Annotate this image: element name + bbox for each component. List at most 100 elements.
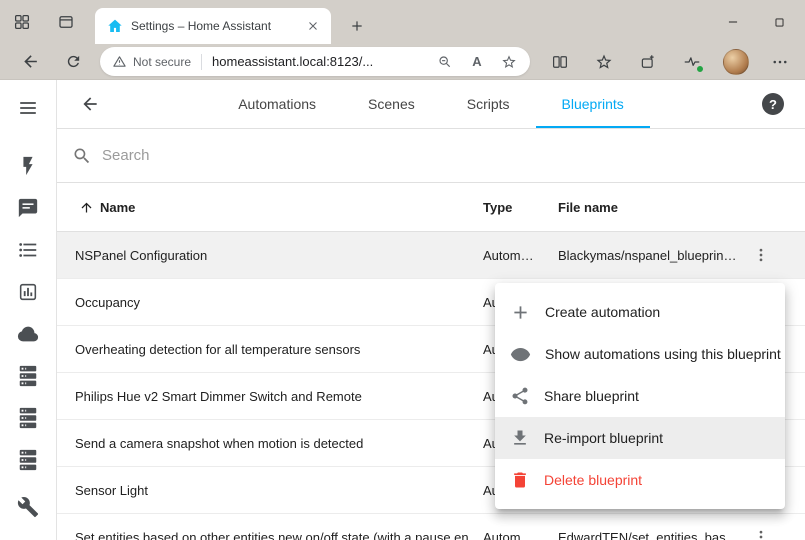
arrow-left-icon (21, 52, 40, 71)
table-header: Name Type File name (57, 183, 805, 232)
table-row[interactable]: NSPanel Configuration Autom… Blackymas/n… (57, 232, 805, 279)
zoom-out-icon[interactable] (432, 49, 458, 75)
row-type: Autom… (483, 530, 558, 540)
collections-icon (639, 53, 657, 71)
browser-toolbar: Not secure homeassistant.local:8123/... … (0, 44, 805, 80)
tab-actions-icon[interactable] (52, 8, 80, 36)
row-name: Send a camera snapshot when motion is de… (57, 436, 483, 451)
sort-ascending-icon (79, 200, 94, 215)
favorites-star-icon (595, 53, 613, 71)
sidebar-item-developer-tools[interactable] (7, 486, 49, 528)
status-badge-green (696, 65, 704, 73)
favorites-icon[interactable] (589, 47, 619, 77)
menu-item-delete-blueprint[interactable]: Delete blueprint (495, 459, 785, 501)
plus-icon (349, 18, 365, 34)
dots-vertical-icon (752, 246, 770, 264)
nav-tabs: Automations Scenes Scripts Blueprints (57, 80, 805, 128)
browser-essentials-icon[interactable] (677, 47, 707, 77)
split-screen-icon[interactable] (545, 47, 575, 77)
close-icon (306, 19, 320, 33)
tab-blueprints[interactable]: Blueprints (536, 80, 650, 128)
table-row[interactable]: Set entities based on other entities new… (57, 514, 805, 540)
help-icon[interactable]: ? (762, 93, 784, 115)
browser-tab[interactable]: Settings – Home Assistant (95, 8, 331, 44)
window-controls (710, 0, 802, 44)
maximize-button[interactable] (756, 0, 802, 44)
favorite-star-icon[interactable] (496, 49, 522, 75)
menu-item-label: Delete blueprint (544, 472, 642, 488)
read-aloud-glyph: A (472, 54, 481, 69)
more-menu-icon[interactable] (765, 47, 795, 77)
row-name: Set entities based on other entities new… (57, 530, 483, 540)
new-tab-button[interactable] (344, 13, 370, 39)
sidebar-menu-button[interactable] (4, 84, 52, 132)
minimize-button[interactable] (710, 0, 756, 44)
ellipsis-icon (771, 53, 789, 71)
sidebar-item-cloud[interactable] (7, 313, 49, 355)
sidebar-item-history[interactable] (7, 271, 49, 313)
url-actions: A (432, 49, 522, 75)
url-text[interactable]: homeassistant.local:8123/... (212, 54, 373, 69)
sidebar-item-logbook[interactable] (7, 229, 49, 271)
refresh-icon (65, 53, 82, 70)
column-header-name[interactable]: Name (57, 200, 483, 215)
menu-item-label: Create automation (545, 304, 660, 320)
row-type: Autom… (483, 248, 558, 263)
tab-scenes[interactable]: Scenes (342, 80, 441, 128)
server-icon (17, 407, 39, 429)
browser-back-button[interactable] (16, 48, 44, 76)
sidebar-item-addon-1[interactable] (7, 355, 49, 397)
row-file: EdwardTEN/set_entities_bas… (558, 530, 737, 540)
arrow-left-icon (80, 94, 100, 114)
row-file: Blackymas/nspanel_blueprin… (558, 248, 737, 263)
menu-item-share-blueprint[interactable]: Share blueprint (495, 375, 785, 417)
address-bar[interactable]: Not secure homeassistant.local:8123/... … (100, 47, 530, 76)
toolbar-right (545, 47, 795, 77)
avatar (723, 49, 749, 75)
column-header-type[interactable]: Type (483, 200, 558, 215)
row-name: Sensor Light (57, 483, 483, 498)
tab-actions-icon (57, 13, 75, 31)
read-aloud-icon[interactable]: A (464, 49, 490, 75)
search-icon (72, 146, 92, 166)
row-name: Overheating detection for all temperatur… (57, 342, 483, 357)
sidebar-item-messages[interactable] (7, 187, 49, 229)
home-assistant-logo-icon (107, 18, 123, 34)
browser-titlebar: Settings – Home Assistant (0, 0, 805, 44)
column-name-label: Name (100, 200, 135, 215)
menu-item-reimport-blueprint[interactable]: Re-import blueprint (495, 417, 785, 459)
column-header-file[interactable]: File name (558, 200, 737, 215)
chart-box-icon (17, 281, 39, 303)
sidebar-item-energy[interactable] (7, 145, 49, 187)
message-icon (17, 197, 39, 219)
menu-item-label: Re-import blueprint (544, 430, 663, 446)
menu-item-create-automation[interactable]: Create automation (495, 291, 785, 333)
search-input[interactable]: Search (57, 129, 805, 183)
row-menu-button[interactable] (741, 235, 781, 275)
tab-scripts[interactable]: Scripts (441, 80, 536, 128)
flash-icon (17, 155, 39, 177)
refresh-button[interactable] (59, 48, 87, 76)
profile-avatar[interactable] (721, 47, 751, 77)
menu-item-label: Show automations using this blueprint (545, 346, 781, 362)
tab-close-icon[interactable] (303, 16, 323, 36)
row-menu-button[interactable] (741, 517, 781, 540)
split-screen-icon (551, 53, 569, 71)
eye-icon (510, 344, 531, 365)
sidebar-items (7, 145, 49, 528)
workspaces-icon[interactable] (8, 8, 36, 36)
security-label: Not secure (133, 55, 191, 69)
search-placeholder: Search (102, 147, 150, 164)
menu-item-show-automations[interactable]: Show automations using this blueprint (495, 333, 785, 375)
ha-back-button[interactable] (76, 90, 104, 118)
security-chip[interactable]: Not secure (112, 54, 191, 69)
server-icon (17, 365, 39, 387)
tab-automations[interactable]: Automations (212, 80, 342, 128)
trash-icon (510, 470, 530, 490)
row-name: NSPanel Configuration (57, 248, 483, 263)
sidebar-item-addon-3[interactable] (7, 439, 49, 481)
plus-icon (510, 302, 531, 323)
sidebar-item-addon-2[interactable] (7, 397, 49, 439)
collections-icon[interactable] (633, 47, 663, 77)
row-name: Philips Hue v2 Smart Dimmer Switch and R… (57, 389, 483, 404)
